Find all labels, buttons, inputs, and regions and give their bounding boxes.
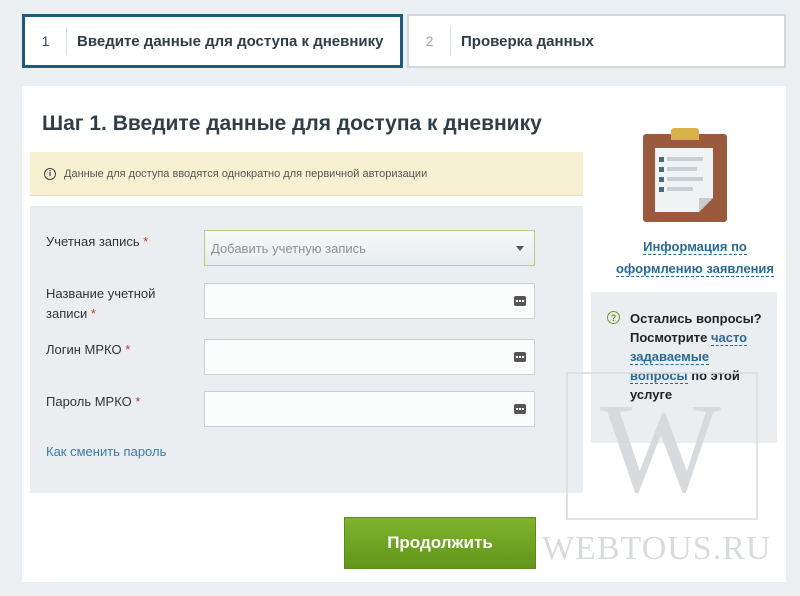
info-icon: i <box>44 167 56 180</box>
notice-text: Данные для доступа вводятся однократно д… <box>64 167 428 180</box>
account-name-row: Название учетной записи * <box>46 284 166 324</box>
chevron-down-icon <box>516 246 524 251</box>
watermark-logo: W <box>600 377 721 519</box>
account-name-label: Название учетной записи * <box>46 286 156 321</box>
account-select[interactable]: Добавить учетную запись <box>204 230 535 266</box>
step-1-title: Введите данные для доступа к дневнику <box>77 32 384 50</box>
password-label: Пароль МРКО * <box>46 394 141 409</box>
account-row: Учетная запись * <box>46 232 204 252</box>
password-manager-icon[interactable] <box>514 352 526 362</box>
access-form: Учетная запись * Добавить учетную запись… <box>30 206 583 493</box>
account-name-input[interactable] <box>204 283 535 319</box>
application-info-link[interactable]: Информация по оформлению заявления <box>604 236 786 280</box>
step-1: 1 Введите данные для доступа к дневнику <box>22 14 403 68</box>
login-input[interactable] <box>204 339 535 375</box>
account-select-value: Добавить учетную запись <box>211 240 366 256</box>
step-1-number: 1 <box>25 27 67 55</box>
info-notice: i Данные для доступа вводятся однократно… <box>30 152 583 196</box>
page-title: Шаг 1. Введите данные для доступа к днев… <box>42 112 542 135</box>
password-input[interactable] <box>204 391 535 427</box>
step-2: 2 Проверка данных <box>407 14 786 68</box>
watermark-text: WEBTOUS.RU <box>542 530 772 567</box>
step-2-title: Проверка данных <box>461 32 594 50</box>
login-label: Логин МРКО * <box>46 342 131 357</box>
login-row: Логин МРКО * <box>46 340 204 360</box>
question-icon: ? <box>607 311 620 324</box>
password-manager-icon[interactable] <box>514 296 526 306</box>
step-2-number: 2 <box>409 26 451 56</box>
change-password-link[interactable]: Как сменить пароль <box>46 444 166 459</box>
continue-button[interactable]: Продолжить <box>344 517 536 569</box>
account-label: Учетная запись * <box>46 234 149 249</box>
password-row: Пароль МРКО * <box>46 392 204 412</box>
clipboard-icon <box>639 126 729 222</box>
step-indicator: 1 Введите данные для доступа к дневнику … <box>22 14 786 68</box>
password-manager-icon[interactable] <box>514 404 526 414</box>
